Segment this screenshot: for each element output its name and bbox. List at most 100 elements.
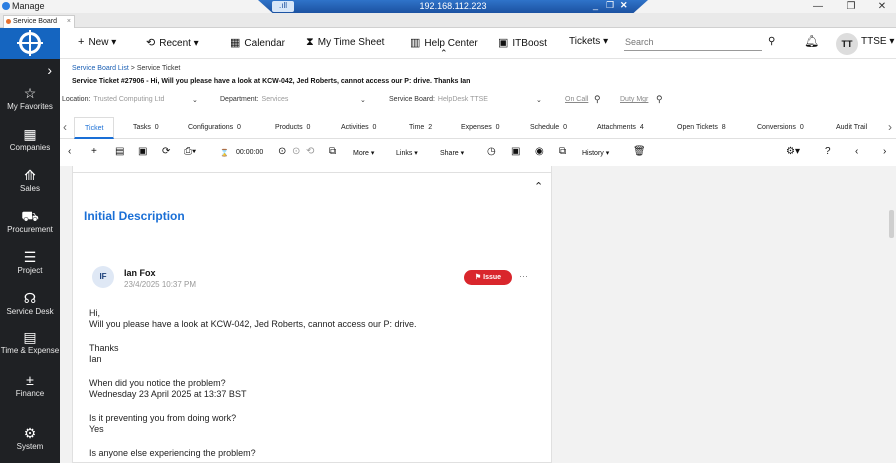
tab-tasks[interactable]: Tasks 0 — [133, 124, 159, 131]
status-badge[interactable]: ⚑ Issue — [464, 270, 512, 285]
nav-item-procurement[interactable]: ⛟ Procurement — [0, 208, 60, 234]
history-icon: ⟲ — [146, 37, 156, 49]
app-icon — [2, 2, 10, 10]
tab-ticket[interactable]: Ticket — [74, 117, 115, 139]
scrollbar-thumb[interactable] — [889, 210, 894, 238]
timer-display: 00:00:00 — [236, 149, 264, 156]
search-input[interactable]: Search — [624, 35, 762, 51]
tabs-scroll-right-icon[interactable]: › — [888, 120, 892, 134]
user-menu[interactable]: TTSE ▾ — [861, 36, 894, 47]
nav-item-my-favorites[interactable]: ☆ My Favorites — [0, 85, 60, 111]
ticket-icon[interactable]: ▣ — [511, 146, 520, 157]
more-dropdown[interactable]: More ▾ — [353, 149, 374, 157]
timer-pause-icon[interactable]: ⊙ — [292, 146, 300, 157]
flag-icon: ⚑ — [474, 274, 484, 281]
previous-icon[interactable]: ‹ — [855, 146, 858, 157]
itboost-icon: ▣ — [498, 37, 509, 49]
window-title: Manage — [12, 1, 45, 11]
service-board-field[interactable]: Service Board: HelpDesk TTSE — [389, 96, 488, 103]
tab-time[interactable]: Time 2 — [409, 124, 432, 131]
itboost-button[interactable]: ▣ ITBoost — [498, 36, 547, 49]
new-button[interactable]: + New ▾ — [78, 36, 116, 48]
external-link-icon[interactable]: ⧉ — [559, 146, 566, 157]
tab-conversions[interactable]: Conversions 0 — [757, 124, 804, 131]
chevron-down-icon[interactable]: ⌄ — [536, 96, 542, 104]
section-title: Initial Description — [84, 209, 185, 223]
close-button[interactable]: ✕ — [868, 0, 896, 13]
bell-icon[interactable]: 🔔︎ — [804, 34, 819, 48]
tab-open-tickets[interactable]: Open Tickets 8 — [677, 124, 726, 131]
more-options-icon[interactable]: ··· — [519, 271, 528, 281]
rd-restore-button[interactable]: ❐ — [606, 0, 614, 11]
browser-tab[interactable]: Service Board × — [3, 15, 75, 28]
rd-close-button[interactable]: ✕ — [620, 0, 628, 11]
help-icon[interactable]: ? — [825, 146, 831, 157]
nav-expand-icon[interactable]: › — [0, 62, 60, 79]
save-close-icon[interactable]: ▣ — [138, 146, 147, 157]
add-icon[interactable]: + — [91, 146, 97, 157]
tab-attachments[interactable]: Attachments 4 — [597, 124, 644, 131]
tickets-dropdown[interactable]: Tickets ▾ — [569, 36, 608, 47]
tab-configurations[interactable]: Configurations 0 — [188, 124, 241, 131]
maximize-button[interactable]: ❐ — [837, 0, 865, 13]
project-icon: ☰ — [23, 249, 37, 265]
chevron-down-icon[interactable]: ⌄ — [192, 96, 198, 104]
links-dropdown[interactable]: Links ▾ — [396, 149, 418, 157]
logo[interactable] — [0, 28, 60, 59]
user-icon[interactable]: ◉ — [535, 146, 544, 157]
cart-icon: ⛟ — [21, 208, 39, 224]
nav-item-project[interactable]: ☰ Project — [0, 249, 60, 275]
timer-start-icon[interactable]: ⊙ — [278, 146, 286, 157]
back-icon[interactable]: ‹ — [68, 146, 71, 157]
next-icon[interactable]: › — [883, 146, 886, 157]
tab-audit-trail[interactable]: Audit Trail — [836, 124, 867, 131]
nav-item-sales[interactable]: ⟰ Sales — [0, 167, 60, 193]
search-icon[interactable]: ⚲ — [594, 94, 601, 105]
print-icon[interactable]: ⎙▾ — [184, 146, 196, 157]
nav-item-finance[interactable]: ± Finance — [0, 372, 60, 398]
nav-item-companies[interactable]: ▦ Companies — [0, 126, 60, 152]
search-icon[interactable]: ⚲ — [768, 36, 775, 47]
refresh-icon[interactable]: ⟳ — [162, 146, 170, 157]
tab-close-icon[interactable]: × — [67, 16, 71, 28]
message-line: Hi, — [89, 308, 100, 318]
copy-icon[interactable]: ⧉ — [329, 146, 336, 157]
search-icon[interactable]: ⚲ — [656, 94, 663, 105]
tabs-scroll-left-icon[interactable]: ‹ — [63, 120, 67, 134]
tab-products[interactable]: Products 0 — [275, 124, 310, 131]
settings-icon[interactable]: ⚙▾ — [786, 146, 800, 157]
rd-minimize-button[interactable]: _ — [593, 0, 598, 10]
share-dropdown[interactable]: Share ▾ — [440, 149, 464, 157]
clock-icon[interactable]: ◷ — [487, 146, 496, 157]
star-icon: ☆ — [23, 85, 37, 101]
calendar-button[interactable]: ▦ Calendar — [230, 36, 285, 49]
left-nav: › ☆ My Favorites ▦ Companies ⟰ Sales ⛟ P… — [0, 28, 60, 463]
history-dropdown[interactable]: History ▾ — [582, 149, 609, 157]
nav-item-time-expense[interactable]: ▤ Time & Expense — [0, 329, 60, 355]
duty-mgr-link[interactable]: Duty Mgr — [620, 96, 648, 103]
app-window: Manage — ❐ ✕ .ıll 192.168.112.223 _ ❐ ✕ … — [0, 0, 896, 463]
tab-expenses[interactable]: Expenses 0 — [461, 124, 500, 131]
location-field[interactable]: Location: Trusted Computing Ltd — [62, 96, 164, 103]
save-icon[interactable]: ▤ — [115, 146, 124, 157]
recent-button[interactable]: ⟲ Recent ▾ — [146, 36, 199, 49]
timesheet-button[interactable]: ⧗ My Time Sheet — [306, 36, 384, 49]
timer-reset-icon[interactable]: ⟲ — [306, 146, 314, 157]
timesheet-icon: ▤ — [23, 329, 37, 345]
delete-icon[interactable]: 🗑︎ — [633, 146, 646, 157]
calendar-icon: ▦ — [230, 37, 241, 49]
avatar[interactable]: TT — [836, 33, 858, 55]
chevron-down-icon[interactable]: ⌄ — [360, 96, 366, 104]
nav-item-system[interactable]: ⚙ System — [0, 425, 60, 451]
department-field[interactable]: Department: Services — [220, 96, 288, 103]
breadcrumb-service-board-list[interactable]: Service Board List — [72, 65, 129, 72]
tab-schedule[interactable]: Schedule 0 — [530, 124, 567, 131]
collapse-toolbar-icon[interactable]: ⌃ — [440, 48, 448, 59]
nav-item-service-desk[interactable]: ☊ Service Desk — [0, 290, 60, 316]
chevron-up-icon[interactable]: ⌃ — [534, 180, 543, 193]
breadcrumb-current: Service Ticket — [136, 65, 181, 72]
minimize-button[interactable]: — — [804, 0, 832, 13]
on-call-link[interactable]: On Call — [565, 96, 588, 103]
browser-tab-strip: Service Board × — [0, 13, 896, 28]
tab-activities[interactable]: Activities 0 — [341, 124, 376, 131]
